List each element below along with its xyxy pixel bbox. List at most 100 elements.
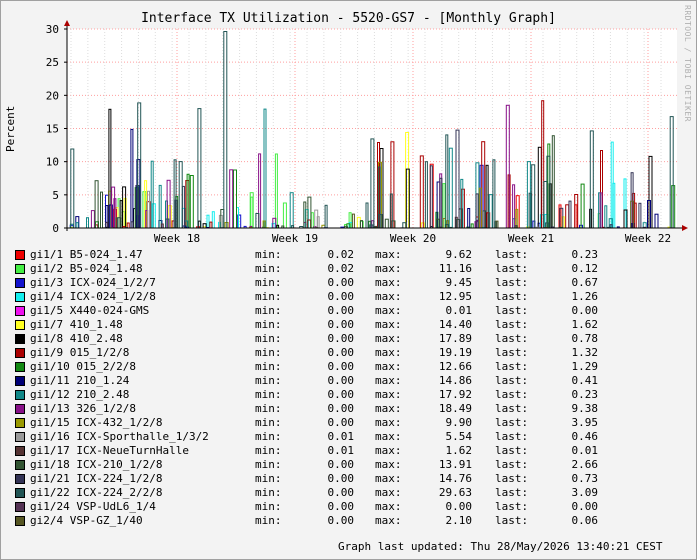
legend-max-label: max: xyxy=(375,248,402,261)
y-tick-label: 25 xyxy=(46,56,59,69)
legend-swatch xyxy=(15,418,25,428)
legend-row: gi1/22 ICX-224_2/2/8 min: 0.00 max: 29.63 las… xyxy=(15,486,675,500)
legend-series-name: gi2/4 VSP-GZ_1/40 xyxy=(30,514,143,527)
y-tick-label: 10 xyxy=(46,156,59,169)
legend-row: gi1/13 326_1/2/8 min: 0.00 max: 18.49 last: 9.… xyxy=(15,402,675,416)
legend-max-value: 17.89 xyxy=(438,332,472,345)
legend-last-value: 0.73 xyxy=(571,472,599,485)
legend-max-label: max: xyxy=(375,318,402,331)
legend-max-label: max: xyxy=(375,332,402,345)
legend-max-label: max: xyxy=(375,444,402,457)
legend-max-value: 11.16 xyxy=(438,262,472,275)
legend-last-value: 0.67 xyxy=(571,276,599,289)
legend-swatch xyxy=(15,306,25,316)
legend-swatch xyxy=(15,334,25,344)
legend-last-label: last: xyxy=(495,290,529,303)
legend-min-label: min: xyxy=(255,444,282,457)
legend-max-label: max: xyxy=(375,388,402,401)
legend-series-name: gi1/10 015_2/2/8 xyxy=(30,360,136,373)
legend-min-value: 0.00 xyxy=(327,332,355,345)
legend-swatch xyxy=(15,278,25,288)
legend-last-label: last: xyxy=(495,472,529,485)
legend-last-label: last: xyxy=(495,430,529,443)
legend-last-label: last: xyxy=(495,276,529,289)
legend-max-label: max: xyxy=(375,500,402,513)
legend-last-label: last: xyxy=(495,514,529,527)
legend-row: gi1/4 ICX-024_1/2/8 min: 0.00 max: 12.95 last… xyxy=(15,290,675,304)
legend-min-label: min: xyxy=(255,416,282,429)
legend-row: gi1/12 210_2.48 min: 0.00 max: 17.92 last: 0.2… xyxy=(15,388,675,402)
legend-max-value: 1.62 xyxy=(445,444,473,457)
legend-min-value: 0.00 xyxy=(327,374,355,387)
legend-series-name: gi1/15 ICX-432_1/2/8 xyxy=(30,416,163,429)
legend-min-value: 0.00 xyxy=(327,514,355,527)
legend-swatch xyxy=(15,362,25,372)
x-tick-label: Week 22 xyxy=(625,232,671,245)
legend-last-value: 2.66 xyxy=(571,458,599,471)
legend-min-value: 0.00 xyxy=(327,304,355,317)
legend-last-label: last: xyxy=(495,332,529,345)
legend-row: gi1/17 ICX-NeueTurnHalle min: 0.01 max: 1.62… xyxy=(15,444,675,458)
x-tick-label: Week 21 xyxy=(508,232,554,245)
legend-series-name: gi1/22 ICX-224_2/2/8 xyxy=(30,486,163,499)
legend-last-value: 0.23 xyxy=(571,388,599,401)
legend-max-label: max: xyxy=(375,486,402,499)
legend-row: gi1/1 B5-024_1.47 min: 0.02 max: 9.62 last: 0.… xyxy=(15,248,675,262)
legend-max-value: 0.01 xyxy=(445,304,473,317)
legend-max-value: 18.49 xyxy=(438,402,472,415)
legend-max-label: max: xyxy=(375,514,402,527)
legend-min-value: 0.00 xyxy=(327,472,355,485)
legend-min-label: min: xyxy=(255,318,282,331)
legend-series-name: gi1/13 326_1/2/8 xyxy=(30,402,136,415)
legend-min-label: min: xyxy=(255,262,282,275)
legend-swatch xyxy=(15,390,25,400)
legend-max-value: 14.40 xyxy=(438,318,472,331)
legend-last-value: 0.00 xyxy=(571,304,599,317)
legend-series-name: gi1/11 210_1.24 xyxy=(30,374,130,387)
legend-last-label: last: xyxy=(495,500,529,513)
legend-min-value: 0.00 xyxy=(327,500,355,513)
legend-max-value: 12.66 xyxy=(438,360,472,373)
legend-last-label: last: xyxy=(495,262,529,275)
x-axis-arrow xyxy=(682,225,688,231)
legend-row: gi1/18 ICX-210_1/2/8 min: 0.00 max: 13.91 las… xyxy=(15,458,675,472)
legend-last-value: 1.62 xyxy=(571,318,599,331)
legend-max-value: 17.92 xyxy=(438,388,472,401)
legend-min-value: 0.00 xyxy=(327,318,355,331)
legend-min-label: min: xyxy=(255,388,282,401)
legend-min-value: 0.00 xyxy=(327,402,355,415)
legend-min-value: 0.00 xyxy=(327,346,355,359)
x-tick-label: Week 18 xyxy=(154,232,200,245)
legend-row: gi1/11 210_1.24 min: 0.00 max: 14.86 last: 0.4… xyxy=(15,374,675,388)
legend-last-label: last: xyxy=(495,458,529,471)
legend-last-value: 1.32 xyxy=(571,346,599,359)
legend-last-value: 0.06 xyxy=(571,514,599,527)
legend-min-label: min: xyxy=(255,332,282,345)
legend-last-value: 3.09 xyxy=(571,486,599,499)
legend-last-value: 1.26 xyxy=(571,290,599,303)
y-tick-label: 20 xyxy=(46,89,59,102)
legend-max-label: max: xyxy=(375,276,402,289)
legend-min-value: 0.00 xyxy=(327,486,355,499)
legend-last-value: 0.00 xyxy=(571,500,599,513)
legend-swatch xyxy=(15,292,25,302)
legend-max-value: 9.62 xyxy=(445,248,473,261)
legend-min-label: min: xyxy=(255,486,282,499)
legend-min-value: 0.00 xyxy=(327,416,355,429)
legend-min-value: 0.02 xyxy=(327,262,355,275)
legend-min-label: min: xyxy=(255,346,282,359)
legend-row: gi1/10 015_2/2/8 min: 0.00 max: 12.66 last: 1.… xyxy=(15,360,675,374)
legend-last-value: 0.46 xyxy=(571,430,599,443)
legend-min-label: min: xyxy=(255,500,282,513)
legend-swatch xyxy=(15,348,25,358)
legend-min-label: min: xyxy=(255,304,282,317)
legend-last-label: last: xyxy=(495,304,529,317)
legend-max-value: 13.91 xyxy=(438,458,472,471)
legend-max-value: 12.95 xyxy=(438,290,472,303)
legend-swatch xyxy=(15,264,25,274)
legend-series-name: gi1/3 ICX-024_1/2/7 xyxy=(30,276,156,289)
legend-series-name: gi1/17 ICX-NeueTurnHalle xyxy=(30,444,189,457)
legend-series-name: gi1/9 015_1/2/8 xyxy=(30,346,130,359)
legend-min-value: 0.00 xyxy=(327,458,355,471)
legend-max-label: max: xyxy=(375,416,402,429)
